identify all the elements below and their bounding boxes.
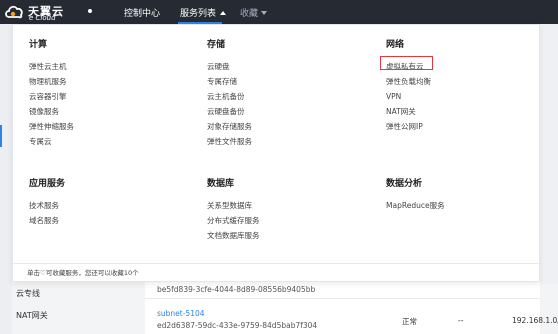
service-item[interactable]: 文档数据库服务 [207, 228, 260, 243]
subnet-cidr: 192.168.1.0/ [512, 316, 558, 325]
service-item[interactable]: 弹性公网IP [386, 119, 431, 134]
category-title: 网络 [386, 40, 405, 50]
sidebar-item-nat-gateway[interactable]: NAT网关 [16, 310, 48, 321]
service-list-dropdown: 计算 弹性云主机 物理机服务 云容器引擎 镜像服务 弹性伸缩服务 专属云 存储 … [12, 24, 540, 282]
service-item[interactable]: 域名服务 [29, 213, 65, 228]
favorites-hint: 单击♡可收藏服务，您还可以收藏10个 [27, 269, 139, 277]
left-sidebar [0, 24, 12, 334]
row-divider [145, 298, 540, 299]
service-item[interactable]: 专属云 [29, 134, 74, 149]
category-storage: 存储 云硬盘 专属存储 云主机备份 云硬盘备份 对象存储服务 弹性文件服务 [207, 37, 252, 149]
caret-down-icon [261, 11, 268, 15]
subnet-id: be5fd839-3cfe-4044-8d89-08556b9405bb [157, 285, 316, 294]
subnet-name-link[interactable]: subnet-5104 [157, 309, 205, 318]
category-title: 数据分析 [386, 179, 423, 189]
service-item[interactable]: 物理机服务 [29, 74, 74, 89]
service-item[interactable]: 弹性负载均衡 [386, 74, 431, 89]
category-data-analysis: 数据分析 MapReduce服务 [386, 176, 445, 213]
category-title: 存储 [207, 40, 226, 50]
menu-divider [13, 263, 539, 264]
service-item[interactable]: 对象存储服务 [207, 119, 252, 134]
subnet-id: ed2d6387-59dc-433e-9759-84d5bab7f304 [157, 321, 318, 330]
nav-console[interactable]: 控制中心 [124, 6, 160, 19]
service-item[interactable]: 云硬盘备份 [207, 104, 252, 119]
sidebar-item-direct-connect[interactable]: 云专线 [16, 288, 40, 299]
service-item[interactable]: MapReduce服务 [386, 198, 445, 213]
brand-english: e Cloud [29, 14, 56, 22]
separator-dot [88, 9, 92, 13]
category-title: 应用服务 [29, 179, 66, 189]
service-item[interactable]: 技术服务 [29, 198, 65, 213]
category-network: 网络 虚拟私有云 弹性负载均衡 VPN NAT网关 弹性公网IP [386, 37, 431, 134]
service-item[interactable]: 弹性文件服务 [207, 134, 252, 149]
status-badge: 正常 [402, 317, 417, 326]
service-item[interactable]: 分布式缓存服务 [207, 213, 260, 228]
service-item[interactable]: VPN [386, 89, 431, 104]
category-compute: 计算 弹性云主机 物理机服务 云容器引擎 镜像服务 弹性伸缩服务 专属云 [29, 37, 74, 149]
service-item[interactable]: NAT网关 [386, 104, 431, 119]
service-item[interactable]: 专属存储 [207, 74, 252, 89]
right-background [540, 24, 558, 284]
category-database: 数据库 关系型数据库 分布式缓存服务 文档数据库服务 [207, 176, 260, 243]
vpc-highlight-box [380, 56, 433, 70]
table-cell: -- [458, 316, 464, 325]
service-item[interactable]: 云硬盘 [207, 59, 252, 74]
category-title: 数据库 [207, 179, 235, 189]
service-item[interactable]: 关系型数据库 [207, 198, 260, 213]
top-navigation-bar: 天翼云 e Cloud 控制中心 服务列表 收藏 [0, 0, 558, 24]
category-title: 计算 [29, 40, 48, 50]
cloud-logo-icon [5, 5, 23, 19]
tianyi-cloud-logo[interactable]: 天翼云 e Cloud [4, 2, 96, 22]
nav-favorites[interactable]: 收藏 [240, 6, 268, 19]
service-item[interactable]: 镜像服务 [29, 104, 74, 119]
service-item[interactable]: 云容器引擎 [29, 89, 74, 104]
service-item[interactable]: 弹性云主机 [29, 59, 74, 74]
category-app-services: 应用服务 技术服务 域名服务 [29, 176, 65, 228]
service-item[interactable]: 云主机备份 [207, 89, 252, 104]
caret-up-icon [220, 11, 227, 15]
service-item[interactable]: 弹性伸缩服务 [29, 119, 74, 134]
sidebar-active-marker [0, 125, 2, 147]
nav-service-list[interactable]: 服务列表 [180, 6, 227, 19]
